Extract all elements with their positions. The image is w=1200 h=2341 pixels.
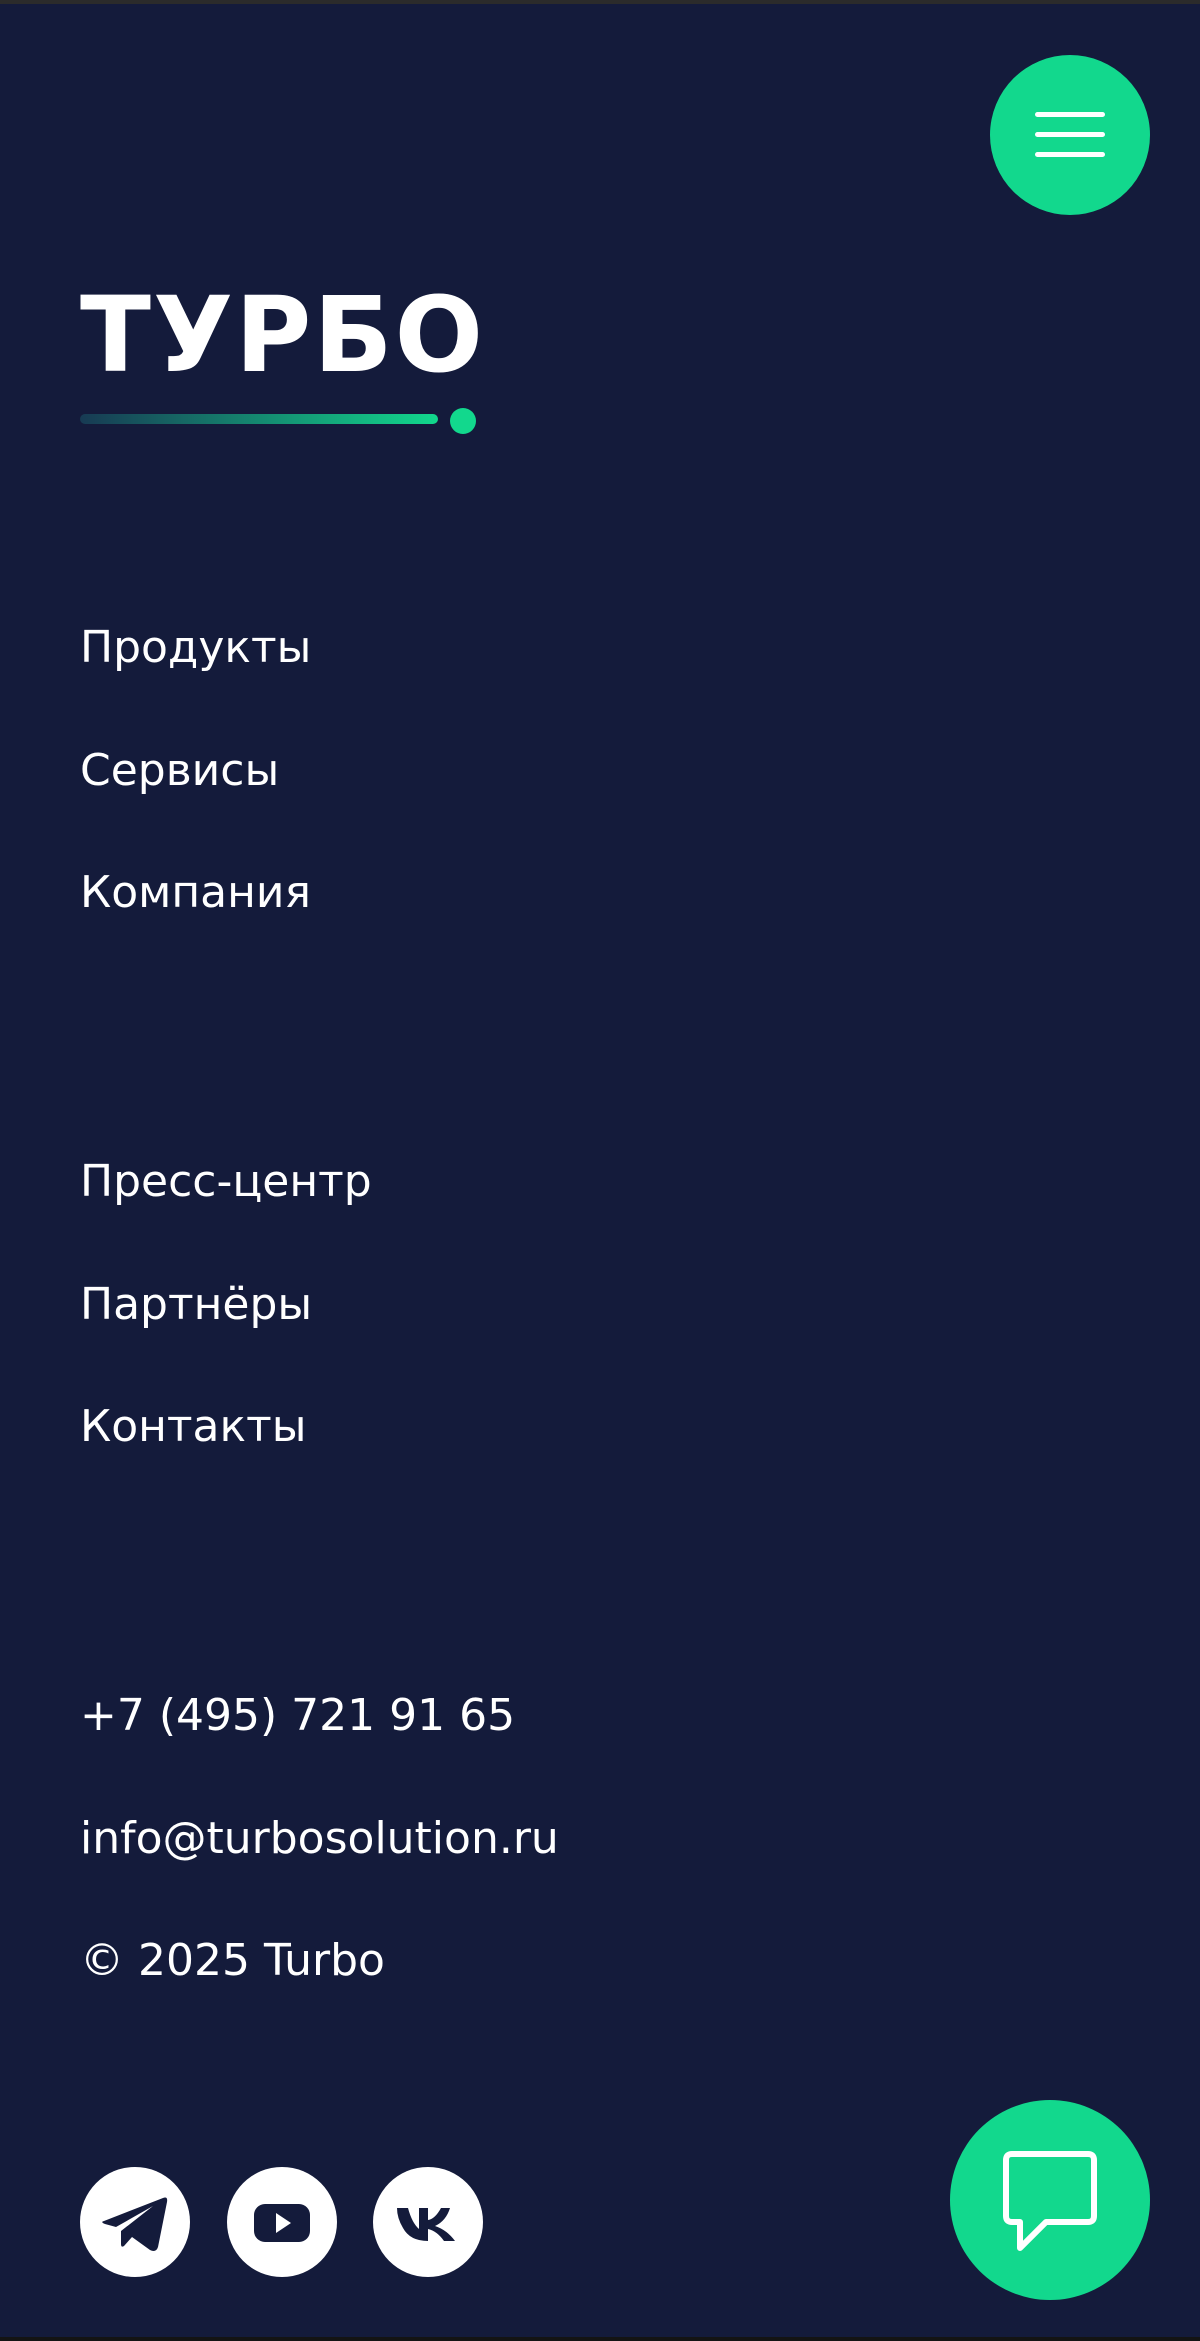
menu-button[interactable]	[990, 55, 1150, 215]
logo-text: ТУРБО	[80, 274, 486, 396]
nav-link-products[interactable]: Продукты	[80, 620, 311, 676]
copyright-text: © 2025 Turbo	[80, 1935, 385, 1986]
bottom-border	[0, 2337, 1200, 2341]
hamburger-menu-icon-bar	[1035, 132, 1105, 137]
hamburger-menu-icon-bar	[1035, 152, 1105, 157]
phone-link[interactable]: +7 (495) 721 91 65	[80, 1688, 515, 1744]
chat-bubble-icon	[1003, 2151, 1097, 2251]
youtube-button[interactable]	[227, 2167, 337, 2277]
vk-icon	[397, 2208, 455, 2241]
logo-dot	[450, 408, 476, 434]
logo-underline	[80, 414, 438, 424]
hamburger-menu-icon	[1035, 112, 1105, 117]
nav-link-partners[interactable]: Партнёры	[80, 1277, 312, 1333]
top-border	[0, 0, 1200, 4]
youtube-icon	[254, 2204, 310, 2242]
nav-link-company[interactable]: Компания	[80, 865, 311, 921]
nav-link-services[interactable]: Сервисы	[80, 743, 279, 799]
email-link[interactable]: info@turbosolution.ru	[80, 1811, 559, 1867]
nav-link-press-center[interactable]: Пресс-центр	[80, 1154, 372, 1210]
telegram-button[interactable]	[80, 2167, 190, 2277]
chat-button[interactable]	[950, 2100, 1150, 2300]
telegram-icon	[102, 2197, 168, 2251]
nav-link-contacts[interactable]: Контакты	[80, 1399, 306, 1455]
vk-button[interactable]	[373, 2167, 483, 2277]
